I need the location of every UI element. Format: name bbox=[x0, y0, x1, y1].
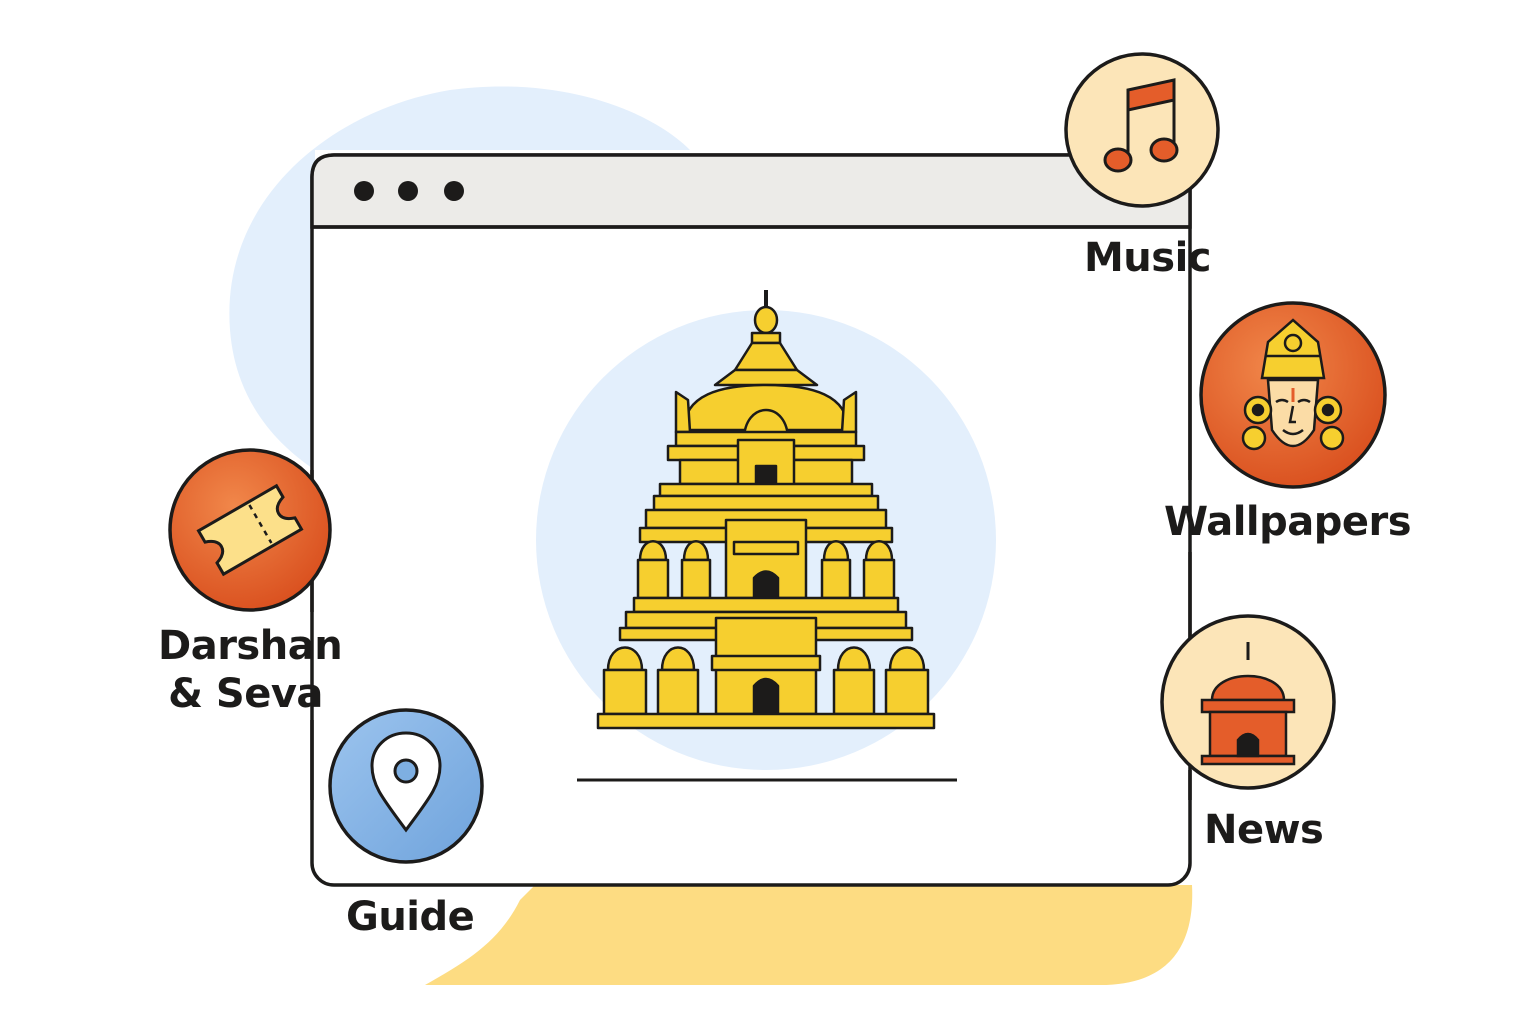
guide-label[interactable]: Guide bbox=[346, 893, 475, 941]
app-illustration: Darshan & Seva Guide Music Wallpapers Ne… bbox=[0, 0, 1536, 1024]
music-icon-circle[interactable] bbox=[1064, 52, 1220, 208]
wallpapers-label[interactable]: Wallpapers bbox=[1164, 498, 1412, 546]
music-label[interactable]: Music bbox=[1084, 234, 1212, 282]
window-dot-2[interactable] bbox=[398, 181, 418, 201]
news-icon-circle[interactable] bbox=[1160, 614, 1336, 790]
darshan-label[interactable]: Darshan & Seva bbox=[158, 622, 343, 718]
darshan-seva-icon-circle[interactable] bbox=[168, 448, 332, 612]
guide-icon-circle[interactable] bbox=[328, 708, 484, 864]
news-label[interactable]: News bbox=[1204, 806, 1324, 854]
wallpapers-icon-circle[interactable] bbox=[1199, 301, 1387, 489]
darshan-label-line1: Darshan bbox=[158, 623, 343, 669]
window-dot-3[interactable] bbox=[444, 181, 464, 201]
window-dot-1[interactable] bbox=[354, 181, 374, 201]
darshan-label-line2: & Seva bbox=[168, 671, 323, 717]
